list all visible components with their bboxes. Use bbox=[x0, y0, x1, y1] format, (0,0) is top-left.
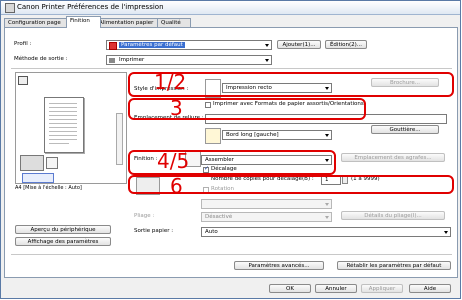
paper-stack-icon bbox=[46, 157, 58, 169]
binding-select[interactable]: Bord long [gauche] bbox=[222, 130, 332, 140]
title-bar: Canon Printer Préférences de l'impressio… bbox=[1, 1, 460, 15]
edit-profile-button[interactable]: Édition(2)... bbox=[325, 40, 367, 49]
advanced-settings-button[interactable]: Paramètres avancés... bbox=[234, 261, 324, 270]
output-method-label: Méthode de sortie : bbox=[14, 56, 68, 62]
fold-select[interactable]: Désactivé bbox=[201, 212, 332, 222]
fold-details-button[interactable]: Détails du pliage(I)... bbox=[341, 211, 445, 220]
annotation-label-3: 3 bbox=[170, 96, 183, 120]
output-paper-value: Auto bbox=[205, 229, 218, 235]
printer-image-icon bbox=[20, 155, 44, 171]
output-paper-select[interactable]: Auto bbox=[201, 227, 451, 237]
apply-button[interactable]: Appliquer bbox=[361, 284, 403, 293]
layout-icon bbox=[18, 76, 28, 85]
printer-icon bbox=[109, 58, 115, 63]
printer-preferences-window: Canon Printer Préférences de l'impressio… bbox=[0, 0, 461, 299]
output-method-value: Imprimer bbox=[119, 57, 145, 63]
cancel-button[interactable]: Annuler bbox=[315, 284, 357, 293]
profile-icon bbox=[109, 42, 117, 50]
window-title: Canon Printer Préférences de l'impressio… bbox=[17, 3, 164, 11]
output-method-select[interactable]: Imprimer bbox=[106, 55, 272, 65]
preview-caption: A4 [Mise à l'échelle : Auto] bbox=[15, 185, 82, 191]
chevron-down-icon bbox=[265, 44, 269, 47]
gutter-button[interactable]: Gouttière... bbox=[371, 125, 439, 134]
chevron-down-icon bbox=[265, 59, 269, 62]
printer-icon bbox=[5, 3, 15, 13]
fold-label: Pliage : bbox=[134, 213, 155, 219]
binding-icon bbox=[205, 128, 221, 144]
profile-label: Profil : bbox=[14, 41, 32, 47]
chevron-down-icon bbox=[325, 216, 329, 219]
show-settings-button[interactable]: Affichage des paramètres bbox=[15, 237, 111, 246]
annotation-label-1-2: 1/2 bbox=[154, 70, 187, 94]
add-profile-button[interactable]: Ajouter(1)... bbox=[277, 40, 321, 49]
chevron-down-icon bbox=[325, 134, 329, 137]
staple-location-button[interactable]: Emplacement des agrafes... bbox=[341, 153, 445, 162]
upper-disabled-select[interactable] bbox=[201, 199, 332, 209]
output-paper-label: Sortie papier : bbox=[134, 228, 174, 234]
tab-finishing[interactable]: Finition bbox=[66, 16, 101, 28]
view-toggle-icon[interactable] bbox=[22, 173, 54, 183]
chevron-down-icon bbox=[444, 231, 448, 234]
profile-value: Paramètres par défaut bbox=[119, 42, 185, 48]
chevron-down-icon bbox=[325, 203, 329, 206]
restore-defaults-button[interactable]: Rétablir les paramètres par défaut bbox=[337, 261, 451, 270]
fold-value: Désactivé bbox=[205, 214, 233, 220]
help-button[interactable]: Aide bbox=[409, 284, 451, 293]
divider bbox=[11, 254, 452, 255]
binding-value: Bord long [gauche] bbox=[226, 132, 279, 138]
device-preview-button[interactable]: Aperçu du périphérique bbox=[15, 225, 111, 234]
profile-select[interactable]: Paramètres par défaut bbox=[106, 40, 272, 50]
tab-content-panel: Profil : Paramètres par défaut Ajouter(1… bbox=[4, 27, 458, 278]
preview-scrollbar[interactable] bbox=[116, 113, 123, 165]
divider bbox=[11, 68, 452, 69]
preview-page bbox=[44, 97, 84, 153]
annotation-label-4-5: 4/5 bbox=[157, 149, 190, 173]
ok-button[interactable]: OK bbox=[269, 284, 311, 293]
annotation-box-3 bbox=[128, 98, 366, 120]
page-preview bbox=[15, 72, 127, 184]
annotation-label-6: 6 bbox=[170, 174, 183, 198]
